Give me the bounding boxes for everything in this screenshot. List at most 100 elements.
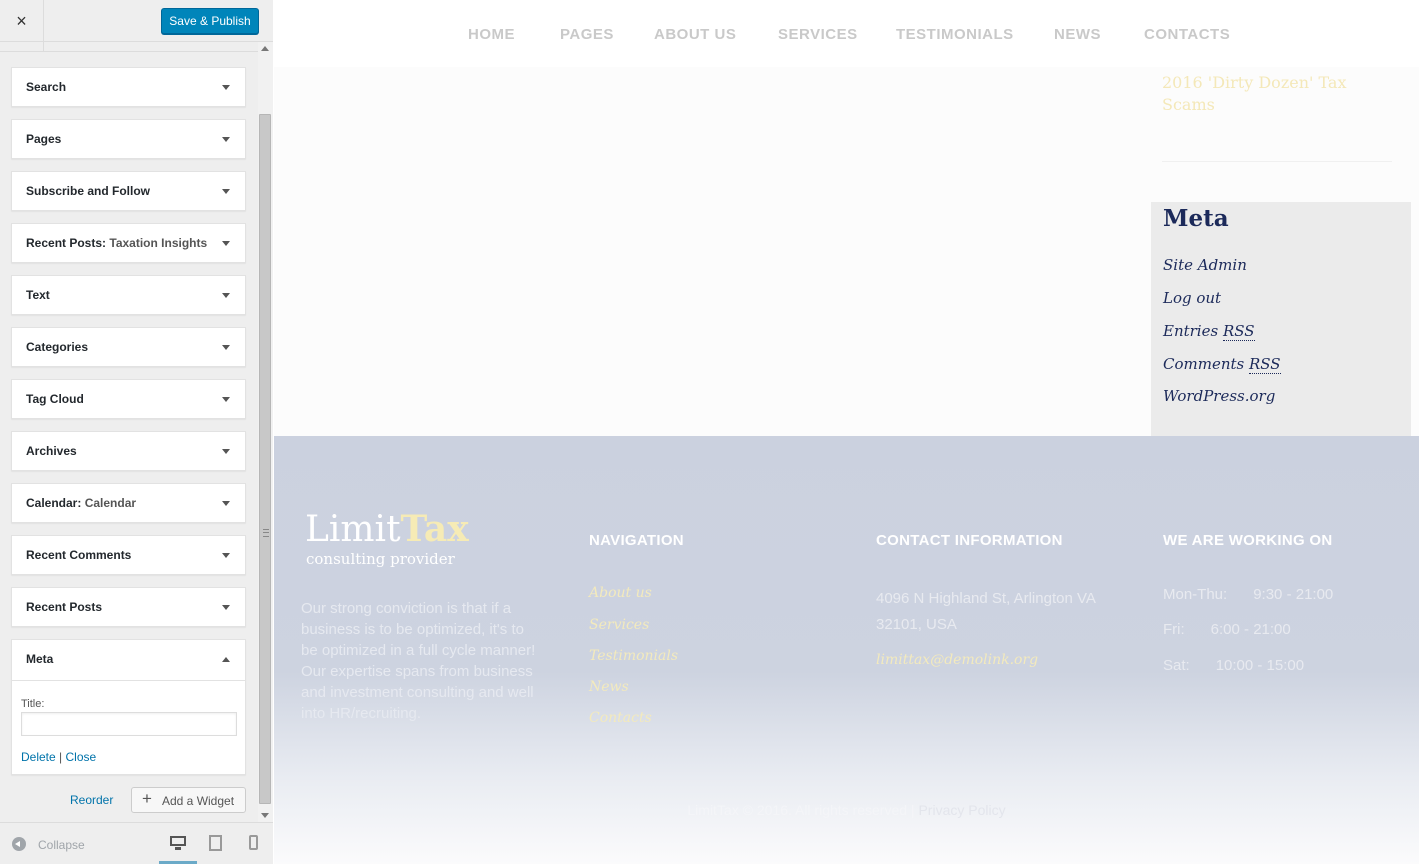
add-widget-button[interactable]: + Add a Widget [131, 787, 246, 813]
close-icon[interactable]: × [0, 0, 44, 42]
hours-row: Mon-Thu: 9:30 - 21:00 [1163, 586, 1333, 603]
footer-link-contacts[interactable]: Contacts [589, 710, 652, 726]
mobile-preview-icon[interactable] [249, 835, 265, 851]
main-navigation: HOME PAGES ABOUT US SERVICES TESTIMONIAL… [274, 0, 1419, 67]
tablet-preview-icon[interactable] [209, 835, 225, 851]
scroll-down-icon[interactable] [261, 813, 269, 818]
widget-calendar[interactable]: Calendar: Calendar [11, 483, 246, 523]
widget-meta-form: Title: Delete | Close [12, 680, 245, 774]
reorder-link[interactable]: Reorder [70, 793, 113, 807]
rss-abbr: RSS [1249, 355, 1281, 374]
chevron-down-icon[interactable] [222, 501, 230, 506]
copyright: LimitTax © 2016. All rights reserved | P… [274, 802, 1419, 818]
actions-separator: | [59, 750, 63, 764]
widget-recent-comments[interactable]: Recent Comments [11, 535, 246, 575]
nav-services[interactable]: SERVICES [778, 26, 858, 43]
footer-link-testimonials[interactable]: Testimonials [589, 648, 678, 664]
divider [43, 42, 44, 52]
nav-testimonials[interactable]: TESTIMONIALS [896, 26, 1014, 43]
rss-abbr: RSS [1222, 322, 1255, 341]
hours-time: 9:30 - 21:00 [1253, 586, 1334, 603]
chevron-down-icon[interactable] [222, 345, 230, 350]
add-widget-label: Add a Widget [162, 794, 235, 808]
chevron-down-icon[interactable] [222, 137, 230, 142]
widget-subtitle: Calendar [84, 496, 137, 510]
chevron-down-icon[interactable] [222, 553, 230, 558]
chevron-down-icon[interactable] [222, 241, 230, 246]
comments-label: Comments [1163, 355, 1245, 373]
widget-pages[interactable]: Pages [11, 119, 246, 159]
widget-recent-posts[interactable]: Recent Posts [11, 587, 246, 627]
recent-post-link[interactable]: 2016 'Dirty Dozen' Tax Scams [1162, 72, 1382, 116]
site-footer: LimitTax consulting provider Our strong … [274, 436, 1419, 864]
chevron-down-icon[interactable] [222, 449, 230, 454]
logo-limit: Limit [305, 509, 401, 550]
widget-title: Recent Comments [26, 548, 132, 562]
chevron-down-icon[interactable] [222, 605, 230, 610]
widget-search[interactable]: Search [11, 67, 246, 107]
title-field-label: Title: [21, 698, 45, 710]
customizer-footer: Collapse [0, 822, 273, 864]
widget-title: Recent Posts: [26, 236, 107, 250]
email-link[interactable]: limittax@demolink.org [876, 652, 1038, 668]
wordpress-org-link[interactable]: WordPress.org [1163, 387, 1275, 405]
widget-meta-expanded: Meta Title: Delete | Close [11, 639, 246, 775]
collapse-icon[interactable] [12, 837, 26, 851]
comments-rss-link[interactable]: Comments RSS [1163, 355, 1281, 374]
hours-time: 6:00 - 21:00 [1210, 621, 1291, 638]
scroll-up-icon[interactable] [261, 46, 269, 51]
chevron-down-icon[interactable] [222, 189, 230, 194]
logo-tax: Tax [400, 508, 469, 550]
footer-link-services[interactable]: Services [589, 617, 649, 633]
widget-actions: Delete | Close [21, 750, 96, 764]
widget-recent-posts-taxation[interactable]: Recent Posts: Taxation Insights [11, 223, 246, 263]
section-top-strip [0, 42, 258, 52]
widget-subscribe-follow[interactable]: Subscribe and Follow [11, 171, 246, 211]
collapse-button[interactable]: Collapse [38, 838, 85, 852]
about-text: Our strong conviction is that if a busin… [301, 600, 536, 722]
widget-archives[interactable]: Archives [11, 431, 246, 471]
sidebar-scrollbar[interactable] [258, 42, 273, 822]
navigation-heading: NAVIGATION [589, 532, 684, 549]
logo-tagline: consulting provider [306, 550, 455, 568]
title-field[interactable] [21, 712, 237, 736]
nav-news[interactable]: NEWS [1054, 26, 1101, 43]
widget-title: Categories [26, 340, 89, 354]
nav-pages[interactable]: PAGES [560, 26, 614, 43]
nav-about-us[interactable]: ABOUT US [654, 26, 736, 43]
widget-text[interactable]: Text [11, 275, 246, 315]
nav-contacts[interactable]: CONTACTS [1144, 26, 1230, 43]
hours-day: Mon-Thu: [1163, 586, 1228, 603]
customizer-sidebar: × Save & Publish Search Pages Subscribe … [0, 0, 273, 864]
log-out-link[interactable]: Log out [1163, 289, 1221, 307]
customizer-header: × Save & Publish [0, 0, 273, 42]
footer-link-about-us[interactable]: About us [589, 585, 652, 601]
widget-title[interactable]: Meta [26, 652, 53, 666]
entries-rss-link[interactable]: Entries RSS [1163, 322, 1255, 341]
chevron-down-icon[interactable] [222, 397, 230, 402]
hours-row: Sat: 10:00 - 15:00 [1163, 657, 1304, 674]
chevron-down-icon[interactable] [222, 293, 230, 298]
site-logo[interactable]: LimitTax [305, 508, 469, 550]
hours-heading: WE ARE WORKING ON [1163, 532, 1333, 549]
contact-heading: CONTACT INFORMATION [876, 532, 1063, 549]
scrollbar-thumb[interactable] [259, 114, 271, 804]
chevron-down-icon[interactable] [222, 85, 230, 90]
site-admin-link[interactable]: Site Admin [1163, 256, 1247, 274]
hours-time: 10:00 - 15:00 [1215, 657, 1305, 674]
widget-title: Tag Cloud [26, 392, 84, 406]
hours-day: Sat: [1163, 657, 1190, 674]
widget-tag-cloud[interactable]: Tag Cloud [11, 379, 246, 419]
footer-link-news[interactable]: News [589, 679, 629, 695]
widget-categories[interactable]: Categories [11, 327, 246, 367]
privacy-policy-link[interactable]: Privacy Policy [918, 802, 1005, 818]
chevron-up-icon[interactable] [222, 657, 230, 662]
close-link[interactable]: Close [66, 750, 97, 764]
widget-subtitle: Taxation Insights [109, 236, 208, 250]
save-publish-button[interactable]: Save & Publish [161, 8, 259, 34]
widget-title: Search [26, 80, 67, 94]
delete-link[interactable]: Delete [21, 750, 56, 764]
desktop-preview-icon[interactable] [170, 835, 186, 851]
widget-title: Calendar: [26, 496, 82, 510]
nav-home[interactable]: HOME [468, 26, 515, 43]
